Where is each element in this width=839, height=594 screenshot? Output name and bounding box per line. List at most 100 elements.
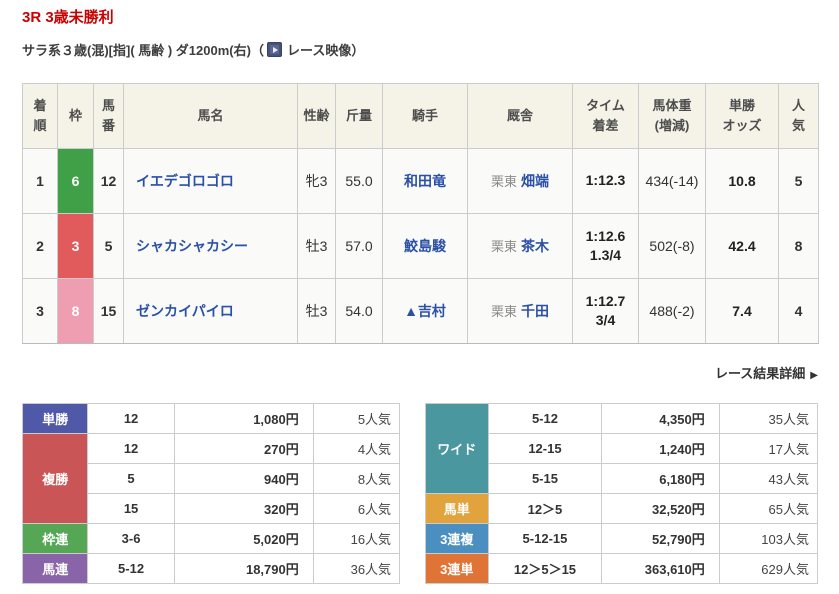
horse-name-link[interactable]: イエデゴロゴロ bbox=[136, 173, 234, 189]
payout-popularity: 35人気 bbox=[718, 402, 819, 434]
combination: 12＞5＞15 bbox=[487, 552, 603, 584]
finish-position: 3 bbox=[22, 277, 58, 344]
col-header-weight-carried: 斤量 bbox=[335, 82, 383, 149]
frame-number-badge: 3 bbox=[57, 212, 94, 279]
combination: 12 bbox=[87, 432, 175, 464]
right-arrow-icon: ▶ bbox=[810, 369, 818, 381]
video-play-icon bbox=[266, 41, 282, 57]
col-header-stable: 厩舎 bbox=[467, 82, 573, 149]
payout-popularity: 6人気 bbox=[312, 492, 401, 524]
bet-type-place: 複勝 bbox=[21, 432, 89, 524]
payout-popularity: 17人気 bbox=[718, 432, 819, 464]
combination: 12 bbox=[87, 402, 175, 434]
horse-name-link[interactable]: ゼンカイパイロ bbox=[136, 303, 234, 319]
payout-popularity: 36人気 bbox=[312, 552, 401, 584]
bet-type-win: 単勝 bbox=[21, 402, 89, 434]
payout-amount: 363,610円 bbox=[601, 552, 720, 584]
payout-row-trifecta: 3連単 12＞5＞15 363,610円 629人気 bbox=[425, 552, 819, 584]
win-odds: 42.4 bbox=[705, 212, 779, 279]
payout-amount: 1,240円 bbox=[601, 432, 720, 464]
payout-amount: 940円 bbox=[173, 462, 314, 494]
sex-age: 牝3 bbox=[297, 147, 336, 214]
detail-link-label: レース結果詳細 bbox=[714, 365, 806, 381]
weight-carried: 57.0 bbox=[335, 212, 383, 279]
payout-popularity: 629人気 bbox=[718, 552, 819, 584]
payout-popularity: 103人気 bbox=[718, 522, 819, 554]
stable-region: 栗東 bbox=[490, 238, 517, 254]
combination: 5-12 bbox=[487, 402, 603, 434]
payout-row-wide: ワイド 5-12 4,350円 35人気 bbox=[425, 402, 819, 494]
race-video-link[interactable]: レース映像 bbox=[287, 40, 351, 59]
horse-weight: 488(-2) bbox=[638, 277, 706, 344]
weight-carried: 55.0 bbox=[335, 147, 383, 214]
payout-popularity: 8人気 bbox=[312, 462, 401, 494]
payout-row-trio: 3連複 5-12-15 52,790円 103人気 bbox=[425, 522, 819, 554]
payout-row-quinella: 馬連 5-12 18,790円 36人気 bbox=[21, 552, 401, 584]
payout-popularity: 4人気 bbox=[312, 432, 401, 464]
payout-amount: 18,790円 bbox=[173, 552, 314, 584]
payout-popularity: 65人気 bbox=[718, 492, 819, 524]
col-header-popularity: 人 気 bbox=[778, 82, 819, 149]
trainer-link[interactable]: 畑端 bbox=[521, 173, 549, 189]
payout-popularity: 43人気 bbox=[718, 462, 819, 494]
time-margin: 1:12.3 bbox=[572, 147, 639, 214]
col-header-time-margin: タイム 着差 bbox=[572, 82, 639, 149]
popularity: 4 bbox=[778, 277, 819, 344]
horse-weight: 502(-8) bbox=[638, 212, 706, 279]
jockey-cell: ▲吉村 bbox=[382, 277, 468, 344]
race-conditions: サラ系３歳(混)[指]( 馬齢 ) ダ1200m(右) （ レース映像 ） bbox=[22, 40, 818, 59]
result-row-3: 3 8 15 ゼンカイパイロ 牡3 54.0 ▲吉村 栗東 千田 1:12.7 3… bbox=[22, 277, 819, 344]
horse-number: 5 bbox=[93, 212, 124, 279]
combination: 12＞5 bbox=[487, 492, 603, 524]
horse-weight: 434(-14) bbox=[638, 147, 706, 214]
jockey-cell: 鮫島駿 bbox=[382, 212, 468, 279]
col-header-horse-number: 馬 番 bbox=[93, 82, 124, 149]
combination: 15 bbox=[87, 492, 175, 524]
bet-type-trio: 3連複 bbox=[425, 522, 489, 554]
payout-row-place: 複勝 12 270円 4人気 bbox=[21, 432, 401, 524]
win-odds: 10.8 bbox=[705, 147, 779, 214]
race-result-page: 3R 3歳未勝利 サラ系３歳(混)[指]( 馬齢 ) ダ1200m(右) （ レ… bbox=[0, 0, 839, 594]
popularity: 8 bbox=[778, 212, 819, 279]
bet-type-wide: ワイド bbox=[425, 402, 489, 494]
payout-amount: 320円 bbox=[173, 492, 314, 524]
payout-amount: 4,350円 bbox=[601, 402, 720, 434]
race-results-table: 着 順 枠 馬 番 馬名 性齢 斤量 騎手 厩舎 タイム 着差 馬体重 (増減)… bbox=[22, 82, 819, 344]
combination: 5-15 bbox=[487, 462, 603, 494]
col-header-win-odds: 単勝 オッズ bbox=[705, 82, 779, 149]
finish-position: 2 bbox=[22, 212, 58, 279]
combination: 12-15 bbox=[487, 432, 603, 464]
payout-popularity: 16人気 bbox=[312, 522, 401, 554]
jockey-link[interactable]: ▲吉村 bbox=[404, 303, 446, 319]
bet-type-trifecta: 3連単 bbox=[425, 552, 489, 584]
jockey-link[interactable]: 和田竜 bbox=[404, 173, 446, 189]
trainer-link[interactable]: 千田 bbox=[521, 303, 549, 319]
payout-row-win: 単勝 12 1,080円 5人気 bbox=[21, 402, 401, 434]
bet-type-bracket-quinella: 枠連 bbox=[21, 522, 89, 554]
sex-age: 牡3 bbox=[297, 277, 336, 344]
col-header-horse-weight: 馬体重 (増減) bbox=[638, 82, 706, 149]
horse-name-cell: ゼンカイパイロ bbox=[123, 277, 298, 344]
weight-carried: 54.0 bbox=[335, 277, 383, 344]
payout-amount: 270円 bbox=[173, 432, 314, 464]
jockey-link[interactable]: 鮫島駿 bbox=[404, 238, 446, 254]
trainer-link[interactable]: 茶木 bbox=[521, 238, 549, 254]
sex-age: 牡3 bbox=[297, 212, 336, 279]
race-result-detail-link[interactable]: レース結果詳細 ▶ bbox=[715, 366, 818, 381]
horse-number: 15 bbox=[93, 277, 124, 344]
payout-row-bracket-quinella: 枠連 3-6 5,020円 16人気 bbox=[21, 522, 401, 554]
payout-amount: 52,790円 bbox=[601, 522, 720, 554]
horse-name-link[interactable]: シャカシャカシー bbox=[136, 238, 248, 254]
bet-type-quinella: 馬連 bbox=[21, 552, 89, 584]
payout-amount: 1,080円 bbox=[173, 402, 314, 434]
payout-amount: 5,020円 bbox=[173, 522, 314, 554]
combination: 3-6 bbox=[87, 522, 175, 554]
col-header-finish-position: 着 順 bbox=[22, 82, 58, 149]
paren-open: （ bbox=[250, 42, 264, 58]
payout-section: 単勝 12 1,080円 5人気 複勝 12 270円 4人気 5 940円 8… bbox=[21, 402, 819, 584]
jockey-cell: 和田竜 bbox=[382, 147, 468, 214]
col-header-horse-name: 馬名 bbox=[123, 82, 298, 149]
finish-position: 1 bbox=[22, 147, 58, 214]
combination: 5-12 bbox=[87, 552, 175, 584]
stable-region: 栗東 bbox=[490, 173, 517, 189]
